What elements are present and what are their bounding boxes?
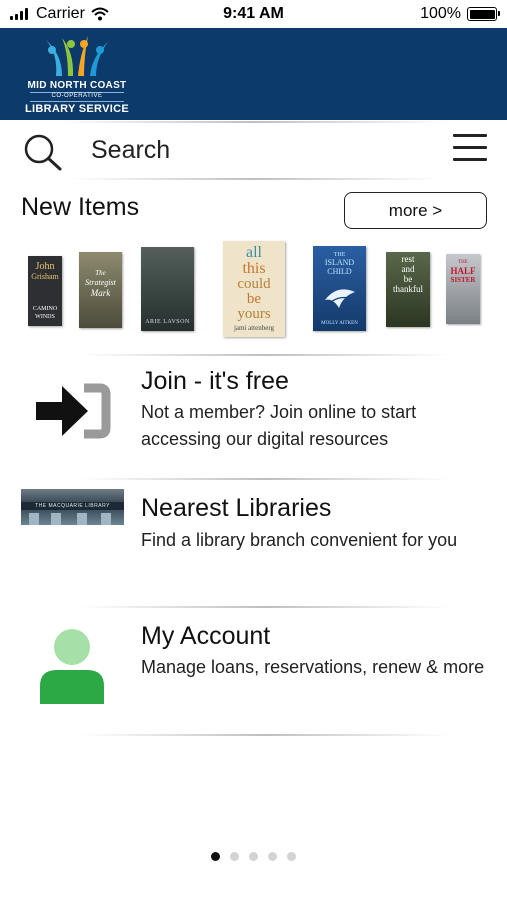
book-title-text: Grisham bbox=[31, 272, 59, 281]
section-divider bbox=[80, 478, 450, 480]
book-title-text: all bbox=[246, 244, 262, 261]
search-divider bbox=[70, 178, 440, 180]
book-title-text: SISTER bbox=[450, 276, 476, 284]
new-items-title: New Items bbox=[21, 193, 140, 221]
nearest-libraries-description: Find a library branch convenient for you bbox=[141, 530, 458, 550]
nearest-libraries-row[interactable]: THE MACQUARIE LIBRARY Nearest Libraries … bbox=[0, 484, 507, 599]
book-title-text: this bbox=[242, 260, 266, 277]
bird-icon bbox=[325, 289, 355, 308]
book-title-text: HALF bbox=[450, 266, 476, 276]
join-row[interactable]: Join - it's free Not a member? Join onli… bbox=[0, 360, 507, 475]
sign-in-arrow-icon bbox=[36, 383, 111, 439]
book-title-text: THE bbox=[458, 260, 468, 265]
book-cover[interactable]: rest and be thankful bbox=[386, 252, 430, 327]
book-title-text: Mark bbox=[90, 288, 111, 298]
book-title-text: CHILD bbox=[327, 267, 352, 276]
book-cover[interactable]: John Grisham CAMINO WINDS bbox=[28, 256, 62, 326]
book-cover[interactable]: ARIE LAVSON bbox=[141, 247, 194, 331]
section-divider bbox=[80, 354, 450, 356]
hamburger-menu-icon[interactable] bbox=[453, 134, 487, 162]
status-right: 100% bbox=[420, 5, 500, 23]
page-dot[interactable] bbox=[211, 852, 220, 861]
book-cover[interactable]: THE HALF SISTER bbox=[446, 254, 480, 324]
logo-text-line2: CO-OPERATIVE bbox=[30, 92, 124, 102]
book-cover[interactable]: all this could be yours jami attenberg bbox=[223, 241, 285, 337]
book-title-text: be bbox=[403, 274, 413, 284]
logo-text-line3: LIBRARY SERVICE bbox=[25, 103, 129, 115]
section-divider bbox=[80, 734, 450, 736]
book-title-text: jami attenberg bbox=[233, 324, 275, 332]
logo-figures-icon bbox=[46, 36, 108, 76]
book-title-text: and bbox=[401, 264, 415, 274]
search-label[interactable]: Search bbox=[91, 136, 170, 165]
book-title-text: Strategist bbox=[85, 278, 116, 287]
page-indicator bbox=[0, 852, 507, 861]
book-title-text: MOLLY AITKEN bbox=[321, 321, 358, 326]
my-account-row[interactable]: My Account Manage loans, reservations, r… bbox=[0, 612, 507, 730]
search-icon[interactable] bbox=[22, 133, 64, 171]
user-account-icon bbox=[40, 629, 104, 704]
library-building-photo: THE MACQUARIE LIBRARY bbox=[21, 489, 124, 525]
book-cover[interactable]: The Strategist Mark bbox=[79, 252, 122, 328]
join-description: Not a member? Join online to start acces… bbox=[141, 402, 417, 449]
book-title-text: CAMINO bbox=[32, 306, 58, 312]
book-title-text: ARIE LAVSON bbox=[145, 319, 190, 325]
book-title-text: ISLAND bbox=[324, 258, 355, 267]
book-title-text: could bbox=[237, 276, 271, 292]
book-title-text: rest bbox=[401, 254, 415, 264]
book-title-text: yours bbox=[237, 306, 271, 322]
library-sign-text: THE MACQUARIE LIBRARY bbox=[35, 503, 110, 509]
more-button[interactable]: more > bbox=[344, 192, 487, 229]
battery-icon bbox=[467, 7, 500, 21]
section-divider bbox=[80, 606, 450, 608]
app-header: MID NORTH COAST CO-OPERATIVE LIBRARY SER… bbox=[0, 28, 507, 120]
page-dot[interactable] bbox=[287, 852, 296, 861]
nearest-libraries-title: Nearest Libraries bbox=[141, 494, 332, 522]
page-dot[interactable] bbox=[230, 852, 239, 861]
book-title-text: thankful bbox=[393, 284, 423, 294]
book-cover[interactable]: THE ISLAND CHILD MOLLY AITKEN bbox=[313, 246, 366, 331]
page-dot[interactable] bbox=[249, 852, 258, 861]
my-account-description: Manage loans, reservations, renew & more bbox=[141, 657, 485, 677]
my-account-title: My Account bbox=[141, 622, 271, 650]
search-bar[interactable]: Search bbox=[0, 121, 507, 179]
book-title-text: The bbox=[95, 269, 106, 277]
join-title: Join - it's free bbox=[141, 367, 289, 395]
logo-text-line1: MID NORTH COAST bbox=[27, 80, 127, 91]
book-title-text: WINDS bbox=[35, 314, 55, 320]
book-title-text: John bbox=[35, 261, 55, 272]
status-bar: Carrier 9:41 AM 100% bbox=[0, 0, 507, 28]
book-title-text: be bbox=[246, 291, 262, 307]
library-logo[interactable]: MID NORTH COAST CO-OPERATIVE LIBRARY SER… bbox=[22, 34, 132, 116]
battery-percent: 100% bbox=[420, 5, 461, 22]
page-dot[interactable] bbox=[268, 852, 277, 861]
